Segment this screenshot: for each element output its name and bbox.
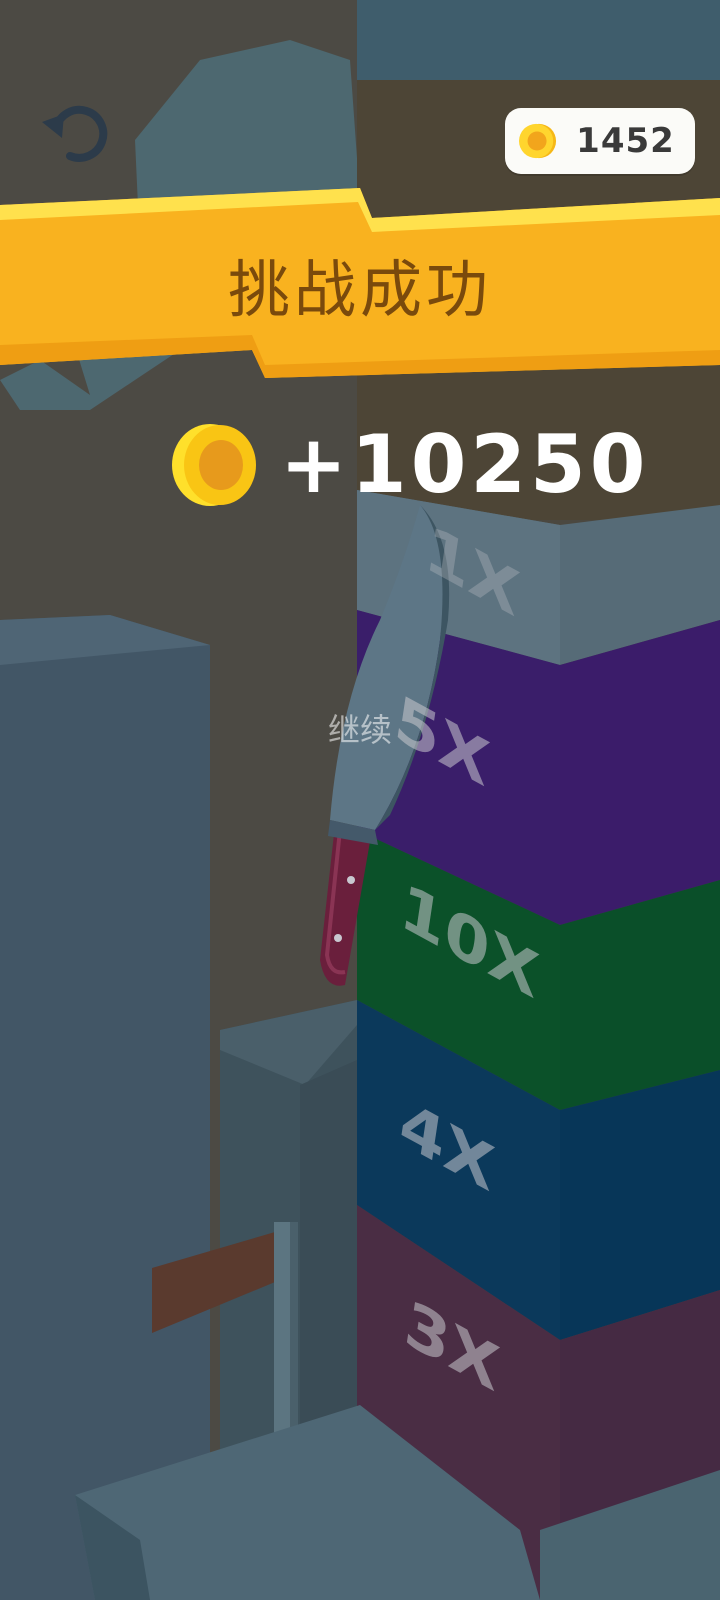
undo-arrow-icon <box>42 105 108 162</box>
reward-coin-icon <box>172 424 256 506</box>
coin-balance: 1452 <box>576 121 675 161</box>
restart-button[interactable] <box>36 100 108 172</box>
banner-title: 挑战成功 <box>227 253 492 326</box>
coin-icon <box>519 123 557 159</box>
reward-amount: +10250 <box>280 418 650 511</box>
game-screen: 1X 5X 10X 4X 3X 1452 挑战成功 +10250 继续 <box>0 0 720 1600</box>
continue-button[interactable]: 继续 <box>300 705 420 755</box>
coin-balance-chip: 1452 <box>505 108 695 174</box>
